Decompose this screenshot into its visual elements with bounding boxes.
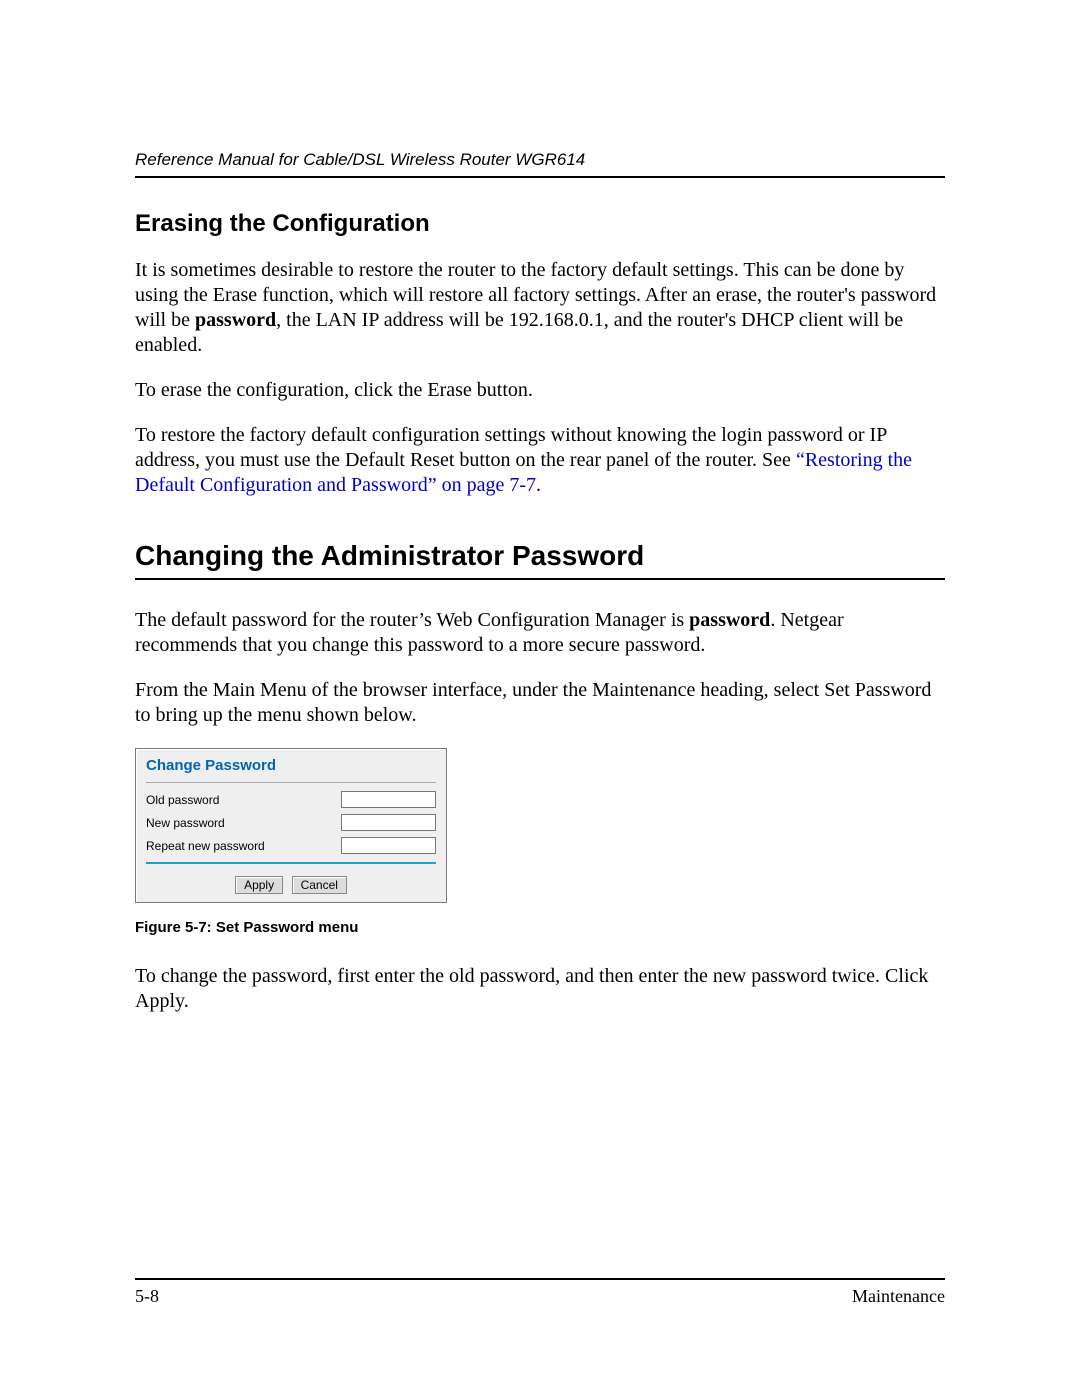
row-old-password: Old password — [146, 791, 436, 808]
page-footer: 5-8 Maintenance — [135, 1278, 945, 1307]
panel-divider — [146, 782, 436, 783]
para-erase-action: To erase the configuration, click the Er… — [135, 378, 945, 403]
footer-rule — [135, 1278, 945, 1280]
input-new-password[interactable] — [341, 814, 436, 831]
label-repeat-password: Repeat new password — [146, 839, 265, 853]
document-page: Reference Manual for Cable/DSL Wireless … — [0, 0, 1080, 1397]
heading-block-change-password: Changing the Administrator Password — [135, 540, 945, 580]
panel-title: Change Password — [146, 757, 436, 774]
para-default-password: The default password for the router’s We… — [135, 608, 945, 658]
text: To restore the factory default configura… — [135, 424, 887, 471]
footer-row: 5-8 Maintenance — [135, 1286, 945, 1307]
para-change-password-steps: To change the password, first enter the … — [135, 964, 945, 1014]
text-bold-password: password — [689, 609, 770, 631]
running-header: Reference Manual for Cable/DSL Wireless … — [135, 150, 945, 178]
input-old-password[interactable] — [341, 791, 436, 808]
heading-erasing-config: Erasing the Configuration — [135, 210, 945, 238]
panel-inner: Change Password Old password New passwor… — [136, 749, 446, 876]
page-number: 5-8 — [135, 1286, 159, 1307]
change-password-panel: Change Password Old password New passwor… — [135, 748, 447, 903]
figure-caption: Figure 5-7: Set Password menu — [135, 919, 945, 936]
apply-button[interactable]: Apply — [235, 876, 283, 894]
text: The default password for the router’s We… — [135, 609, 689, 631]
heading-rule — [135, 578, 945, 580]
text-bold-password: password — [195, 309, 276, 331]
text: . — [536, 474, 541, 496]
para-erase-restore: To restore the factory default configura… — [135, 423, 945, 498]
heading-change-password: Changing the Administrator Password — [135, 540, 945, 572]
section-label: Maintenance — [852, 1286, 945, 1307]
panel-accent-divider — [146, 862, 436, 864]
row-repeat-password: Repeat new password — [146, 837, 436, 854]
label-old-password: Old password — [146, 793, 219, 807]
row-new-password: New password — [146, 814, 436, 831]
cancel-button[interactable]: Cancel — [292, 876, 347, 894]
para-set-password-menu: From the Main Menu of the browser interf… — [135, 678, 945, 728]
input-repeat-password[interactable] — [341, 837, 436, 854]
panel-buttons: Apply Cancel — [136, 876, 446, 902]
para-erase-intro: It is sometimes desirable to restore the… — [135, 258, 945, 358]
label-new-password: New password — [146, 816, 225, 830]
